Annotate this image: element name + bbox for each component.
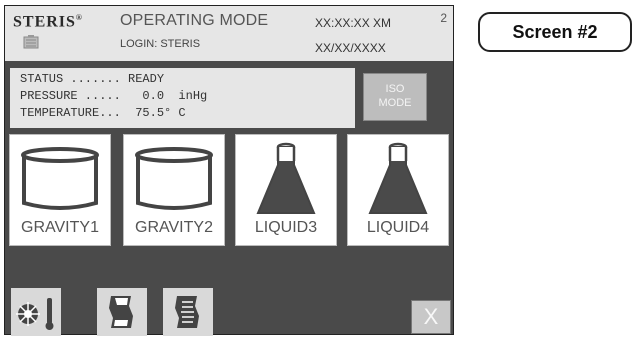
date-display: XX/XX/XXXX	[315, 41, 386, 55]
gauge-thermometer-icon	[16, 298, 54, 330]
cycle-label: GRAVITY2	[135, 219, 213, 236]
operating-mode-screen: STERIS® OPERATING MODE LOGIN: STERIS XX:…	[4, 5, 454, 336]
printout-icon	[109, 296, 133, 328]
cycle-label: GRAVITY1	[21, 219, 99, 236]
gauge-thermometer-button[interactable]	[11, 288, 61, 336]
cycle-button-liquid3[interactable]: LIQUID3	[235, 134, 337, 246]
printout-lines-button[interactable]	[163, 288, 213, 336]
time-display: XX:XX:XX XM	[315, 16, 392, 30]
status-line: STATUS ....... READY	[20, 72, 165, 86]
logo-emblem-icon	[23, 35, 39, 49]
flask-icon	[368, 142, 428, 214]
cycle-button-liquid4[interactable]: LIQUID4	[347, 134, 449, 246]
iso-mode-label-line1: ISO	[385, 83, 405, 95]
temperature-line: TEMPERATURE... 75.5° C	[20, 106, 186, 120]
pressure-line: PRESSURE ..... 0.0 inHg	[20, 89, 208, 103]
cycle-label: LIQUID3	[254, 219, 318, 236]
flask-icon	[256, 142, 316, 214]
screen-callout-label: Screen #2	[478, 12, 632, 52]
close-button[interactable]: X	[411, 300, 451, 334]
printout-lines-icon	[175, 296, 199, 328]
status-panel: STATUS ....... READY PRESSURE ..... 0.0 i…	[10, 68, 355, 128]
chamber-icon	[21, 147, 99, 210]
cycle-label: LIQUID4	[366, 219, 430, 236]
iso-mode-button[interactable]: ISO MODE	[363, 73, 427, 121]
header-bar: STERIS® OPERATING MODE LOGIN: STERIS XX:…	[5, 6, 453, 61]
brand-logo: STERIS®	[13, 13, 83, 31]
cycle-button-gravity1[interactable]: GRAVITY1	[9, 134, 111, 246]
login-label: LOGIN: STERIS	[120, 38, 201, 50]
cycle-button-gravity2[interactable]: GRAVITY2	[123, 134, 225, 246]
iso-mode-label-line2: MODE	[378, 97, 412, 109]
page-title: OPERATING MODE	[120, 12, 269, 29]
printout-button[interactable]	[97, 288, 147, 336]
screen-number: 2	[440, 11, 447, 25]
chamber-icon	[135, 147, 213, 210]
